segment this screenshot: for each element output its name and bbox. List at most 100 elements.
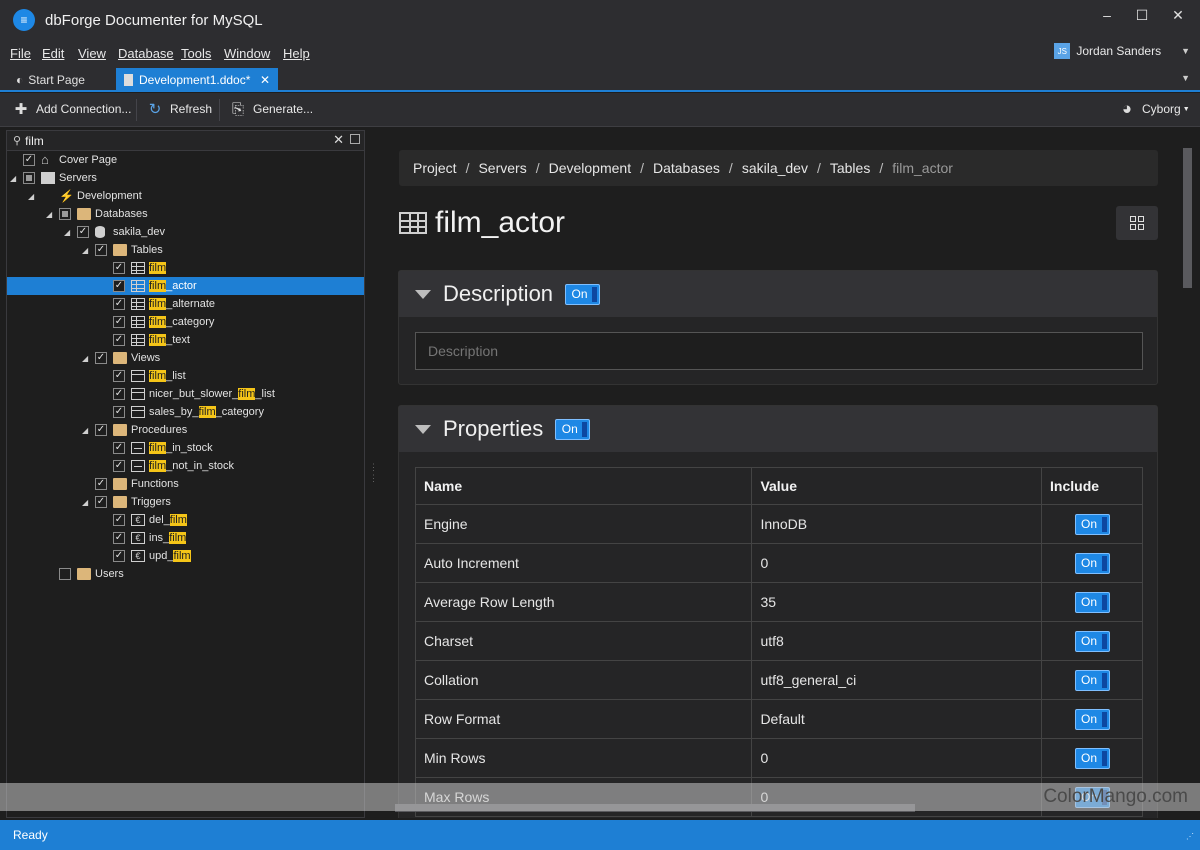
menu-database[interactable]: Database: [118, 46, 174, 61]
include-toggle[interactable]: On: [1074, 669, 1110, 691]
tree-checkbox[interactable]: ✓: [113, 280, 125, 292]
menu-edit[interactable]: Edit: [42, 46, 64, 61]
user-menu[interactable]: JS Jordan Sanders ▼: [1054, 43, 1190, 59]
tree-item[interactable]: ◢ Databases: [7, 205, 364, 223]
breadcrumb-item[interactable]: Development: [549, 160, 632, 176]
breadcrumb-item[interactable]: Servers: [478, 160, 526, 176]
add-connection-button[interactable]: ✚ Add Connection...: [12, 100, 132, 118]
tree-item[interactable]: Users: [7, 565, 364, 583]
minimize-button[interactable]: –: [1097, 6, 1117, 24]
collapse-triangle-icon[interactable]: [415, 424, 431, 434]
tree-item[interactable]: ✓ Functions: [7, 475, 364, 493]
menu-file[interactable]: File: [10, 46, 31, 61]
layout-grid-button[interactable]: [1116, 206, 1158, 240]
tree-checkbox[interactable]: ✓: [95, 478, 107, 490]
breadcrumb-item[interactable]: Databases: [653, 160, 720, 176]
tree-item[interactable]: ✓ sales_by_film_category: [7, 403, 364, 421]
tree-item[interactable]: ✓ film_not_in_stock: [7, 457, 364, 475]
tree-checkbox[interactable]: [59, 568, 71, 580]
tree-item[interactable]: ✓ film_text: [7, 331, 364, 349]
collapse-triangle-icon[interactable]: [415, 289, 431, 299]
tree-checkbox[interactable]: ✓: [113, 460, 125, 472]
tree-item[interactable]: ◢ ⚡ Development: [7, 187, 364, 205]
description-section-header[interactable]: Description On: [399, 271, 1157, 317]
tree-item[interactable]: ✓ film_actor: [7, 277, 364, 295]
description-field[interactable]: [415, 332, 1143, 370]
breadcrumb-item[interactable]: sakila_dev: [742, 160, 808, 176]
tree-checkbox[interactable]: ✓: [113, 406, 125, 418]
tree-item[interactable]: ✓ film_list: [7, 367, 364, 385]
tree-item[interactable]: ◢ Servers: [7, 169, 364, 187]
menu-window[interactable]: Window: [224, 46, 270, 61]
tree-checkbox[interactable]: [59, 208, 71, 220]
tree-item[interactable]: ◢ ✓ sakila_dev: [7, 223, 364, 241]
tree-checkbox[interactable]: ✓: [113, 334, 125, 346]
search-input[interactable]: [25, 133, 306, 148]
menu-tools[interactable]: Tools: [181, 46, 211, 61]
expand-arrow-icon[interactable]: ◢: [82, 426, 88, 435]
description-toggle[interactable]: On: [565, 283, 601, 305]
tree-item[interactable]: ✓ € upd_film: [7, 547, 364, 565]
include-toggle[interactable]: On: [1074, 591, 1110, 613]
tree-item[interactable]: ✓ € del_film: [7, 511, 364, 529]
breadcrumb-item[interactable]: Tables: [830, 160, 870, 176]
expand-arrow-icon[interactable]: ◢: [82, 498, 88, 507]
clear-search-icon[interactable]: ✕: [333, 132, 344, 148]
tree-checkbox[interactable]: ✓: [113, 532, 125, 544]
expand-arrow-icon[interactable]: ◢: [82, 246, 88, 255]
tree-item[interactable]: ✓ film_category: [7, 313, 364, 331]
tree-item[interactable]: ✓ film: [7, 259, 364, 277]
tree-checkbox[interactable]: ✓: [23, 154, 35, 166]
properties-toggle[interactable]: On: [555, 418, 591, 440]
properties-section-header[interactable]: Properties On: [399, 406, 1157, 452]
tree-item[interactable]: ◢ ✓ Procedures: [7, 421, 364, 439]
expand-arrow-icon[interactable]: ◢: [64, 228, 70, 237]
tree-checkbox[interactable]: ✓: [113, 442, 125, 454]
tree-checkbox[interactable]: ✓: [113, 388, 125, 400]
generate-button[interactable]: ⎘ Generate...: [229, 100, 313, 118]
tree-item[interactable]: ✓ € ins_film: [7, 529, 364, 547]
expand-arrow-icon[interactable]: ◢: [10, 174, 16, 183]
breadcrumb-item[interactable]: Project: [413, 160, 457, 176]
tree-item[interactable]: ✓ nicer_but_slower_film_list: [7, 385, 364, 403]
close-window-button[interactable]: ✕: [1168, 6, 1188, 24]
tree-checkbox[interactable]: ✓: [113, 370, 125, 382]
tree-item[interactable]: ◢ ✓ Views: [7, 349, 364, 367]
expand-arrow-icon[interactable]: ◢: [46, 210, 52, 219]
close-tab-icon[interactable]: ✕: [260, 73, 270, 87]
tree-checkbox[interactable]: ✓: [95, 424, 107, 436]
tree-item[interactable]: ◢ ✓ Triggers: [7, 493, 364, 511]
tree-checkbox[interactable]: ✓: [95, 352, 107, 364]
tree-checkbox[interactable]: ✓: [113, 316, 125, 328]
tab-list-dropdown-icon[interactable]: ▼: [1181, 73, 1190, 83]
tree-item[interactable]: ✓ ⌂ Cover Page: [7, 151, 364, 169]
include-toggle[interactable]: On: [1074, 708, 1110, 730]
tree-checkbox[interactable]: ✓: [113, 550, 125, 562]
tab-development-doc[interactable]: Development1.ddoc* ✕: [116, 68, 278, 92]
tree-checkbox[interactable]: ✓: [113, 298, 125, 310]
tree-checkbox[interactable]: [23, 172, 35, 184]
include-toggle[interactable]: On: [1074, 552, 1110, 574]
tree-checkbox[interactable]: ✓: [95, 496, 107, 508]
vertical-scrollbar[interactable]: [1183, 148, 1192, 288]
refresh-button[interactable]: ↻ Refresh: [146, 100, 212, 118]
include-toggle[interactable]: On: [1074, 630, 1110, 652]
tree-checkbox[interactable]: ✓: [113, 514, 125, 526]
tree-item[interactable]: ✓ film_in_stock: [7, 439, 364, 457]
tree-checkbox[interactable]: ✓: [113, 262, 125, 274]
expand-arrow-icon[interactable]: ◢: [82, 354, 88, 363]
expand-arrow-icon[interactable]: ◢: [28, 192, 34, 201]
tree-item[interactable]: ◢ ✓ Tables: [7, 241, 364, 259]
menu-view[interactable]: View: [78, 46, 106, 61]
resize-grip-icon[interactable]: ⋰: [1186, 832, 1194, 841]
include-toggle[interactable]: On: [1074, 747, 1110, 769]
tab-start-page[interactable]: ◐ Start Page: [8, 68, 93, 92]
maximize-button[interactable]: ☐: [1132, 6, 1152, 24]
include-toggle[interactable]: On: [1074, 513, 1110, 535]
menu-help[interactable]: Help: [283, 46, 310, 61]
theme-selector[interactable]: ◕ Cyborg ▼: [1118, 99, 1190, 118]
tree-item[interactable]: ✓ film_alternate: [7, 295, 364, 313]
search-options-icon[interactable]: [350, 134, 360, 144]
tree-checkbox[interactable]: ✓: [95, 244, 107, 256]
tree-checkbox[interactable]: ✓: [77, 226, 89, 238]
